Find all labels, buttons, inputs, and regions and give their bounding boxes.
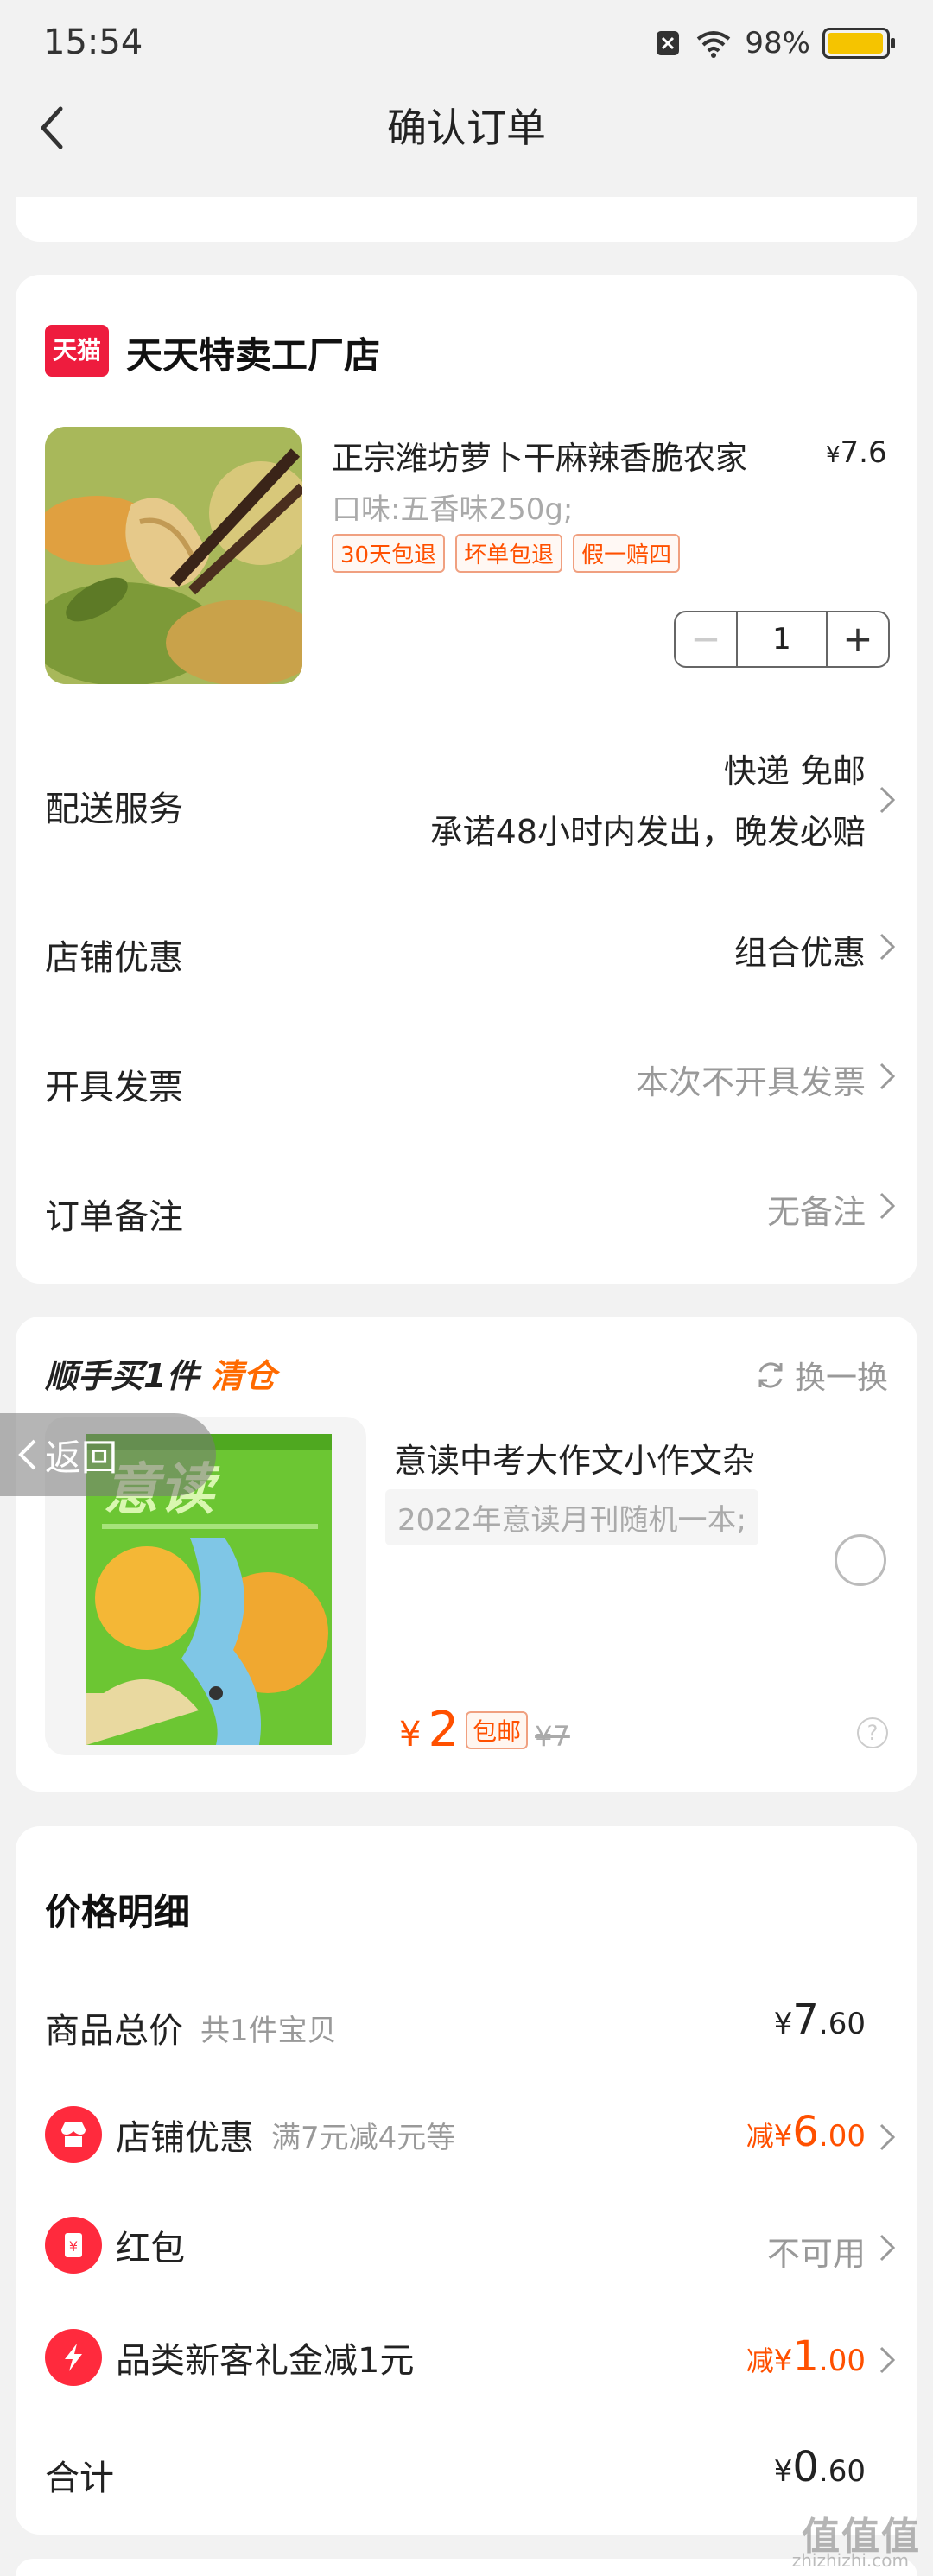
price-detail-title: 价格明细 — [45, 1891, 191, 1933]
invoice-value[interactable]: 本次不开具发票 — [636, 1056, 866, 1103]
help-icon[interactable]: ? — [857, 1717, 888, 1748]
tag-30day-return: 30天包退 — [332, 534, 446, 573]
total-label: 商品总价 — [45, 2011, 183, 2051]
tag-fake-compensation: 假一赔四 — [573, 534, 681, 573]
minus-prefix: 减 — [746, 2344, 774, 2377]
discount-dec: .00 — [818, 2119, 866, 2154]
total-dec: .60 — [818, 2007, 866, 2041]
chevron-left-icon — [18, 1439, 36, 1470]
addon-product-name[interactable]: 意读中考大作文小作文杂 — [394, 1434, 755, 1482]
delivery-promise[interactable]: 承诺48小时内发出，晚发必赔 — [430, 805, 866, 853]
battery-percent: 98% — [745, 26, 810, 60]
page-title: 确认订单 — [387, 105, 546, 151]
quantity-stepper: − 1 + — [674, 611, 890, 668]
addon-select-radio[interactable] — [835, 1534, 886, 1586]
chevron-right-icon[interactable] — [878, 2122, 897, 2153]
currency-symbol: ¥ — [773, 2454, 793, 2489]
discount-int: 6 — [792, 2108, 819, 2156]
chevron-right-icon[interactable] — [878, 931, 897, 962]
tag-damage-return: 坏单包退 — [455, 534, 563, 573]
chevron-right-icon[interactable] — [878, 2344, 897, 2376]
order-note-label: 订单备注 — [45, 1197, 183, 1237]
shop-icon — [45, 2106, 102, 2163]
decrease-button[interactable]: − — [676, 612, 736, 666]
red-packet-row[interactable]: ¥ 红包 — [45, 2217, 185, 2274]
red-packet-label: 红包 — [116, 2229, 185, 2268]
shop-discount-amount[interactable]: 减¥6.00 — [746, 2108, 866, 2156]
new-customer-amount[interactable]: 减¥1.00 — [746, 2332, 866, 2381]
product-price: ¥7.6 — [826, 435, 887, 470]
currency-symbol: ¥ — [773, 2344, 793, 2378]
gift-int: 1 — [792, 2332, 819, 2381]
refresh-icon — [758, 1362, 783, 1388]
item-count: 共1件宝贝 — [200, 2013, 337, 2048]
chevron-right-icon[interactable] — [878, 1190, 897, 1221]
shop-discount-rule: 满7元减4元等 — [271, 2120, 456, 2155]
previous-card — [16, 197, 917, 242]
notification-icon — [657, 31, 680, 55]
red-packet-value[interactable]: 不可用 — [767, 2227, 866, 2275]
back-label: 返回 — [45, 1436, 118, 1479]
gift-dec: .00 — [818, 2344, 866, 2378]
total-int: 7 — [792, 1995, 819, 2044]
shop-discount-label: 店铺优惠 — [45, 938, 183, 978]
shop-discount-value[interactable]: 组合优惠 — [734, 926, 866, 974]
addon-price: ¥2 包邮 ¥7 — [399, 1702, 570, 1758]
shop-name[interactable]: 天天特卖工厂店 — [126, 327, 380, 379]
addon-title: 顺手买1件 清仓 — [45, 1349, 276, 1397]
status-time: 15:54 — [43, 22, 143, 62]
addon-price-value: 2 — [428, 1702, 460, 1758]
currency-symbol: ¥ — [399, 1715, 422, 1754]
status-bar: 15:54 98% — [0, 0, 933, 86]
currency-symbol: ¥ — [826, 442, 841, 468]
shop-discount-detail-label: 店铺优惠 — [116, 2118, 254, 2158]
sum-dec: .60 — [818, 2454, 866, 2489]
price-value: 7.6 — [840, 435, 887, 470]
chevron-right-icon[interactable] — [878, 784, 897, 815]
floating-back-button[interactable]: 返回 — [0, 1413, 216, 1496]
battery-icon — [822, 28, 895, 59]
service-tags: 30天包退 坏单包退 假一赔四 — [332, 534, 681, 573]
quantity-input[interactable]: 1 — [736, 612, 828, 666]
sum-label: 合计 — [45, 2459, 114, 2498]
free-shipping-badge: 包邮 — [466, 1710, 529, 1749]
tmall-logo: 天猫 — [45, 325, 109, 377]
clearance-label: 清仓 — [210, 1357, 276, 1395]
increase-button[interactable]: + — [828, 612, 888, 666]
original-price: ¥7 — [535, 1720, 570, 1753]
swap-button[interactable]: 换一换 — [753, 1353, 888, 1398]
product-image[interactable] — [45, 427, 302, 684]
minus-prefix: 减 — [746, 2120, 774, 2153]
shop-discount-row[interactable]: 店铺优惠 满7元减4元等 — [45, 2106, 455, 2163]
sum-price: ¥0.60 — [774, 2443, 866, 2491]
new-customer-label: 品类新客礼金减1元 — [116, 2341, 415, 2381]
delivery-method[interactable]: 快递 免邮 — [724, 745, 866, 792]
currency-symbol: ¥ — [773, 2007, 793, 2041]
pickled-radish-photo — [45, 427, 302, 684]
delivery-label: 配送服务 — [45, 790, 183, 829]
invoice-label: 开具发票 — [45, 1068, 183, 1107]
sum-int: 0 — [792, 2443, 819, 2491]
product-title[interactable]: 正宗潍坊萝卜干麻辣香脆农家 — [332, 432, 747, 479]
lightning-icon — [45, 2329, 102, 2386]
swap-label: 换一换 — [794, 1361, 888, 1396]
order-note-value[interactable]: 无备注 — [767, 1185, 866, 1233]
next-card — [16, 2559, 917, 2576]
wifi-icon — [697, 31, 731, 58]
new-customer-row[interactable]: 品类新客礼金减1元 — [45, 2329, 414, 2386]
red-packet-icon: ¥ — [45, 2217, 102, 2274]
product-spec[interactable]: 口味:五香味250g; — [332, 485, 573, 528]
currency-symbol: ¥ — [773, 2119, 793, 2154]
total-price: ¥7.60 — [774, 1995, 866, 2044]
chevron-right-icon[interactable] — [878, 1061, 897, 1092]
svg-text:¥: ¥ — [69, 2238, 78, 2255]
total-row: 商品总价 共1件宝贝 — [45, 2002, 337, 2053]
status-icons: 98% — [653, 26, 895, 60]
addon-product-spec[interactable]: 2022年意读月刊随机一本; — [385, 1489, 758, 1545]
addon-title-prefix: 顺手买1件 — [45, 1357, 200, 1395]
chevron-right-icon[interactable] — [878, 2232, 897, 2263]
watermark-url: zhizhizhi.com — [791, 2550, 909, 2571]
